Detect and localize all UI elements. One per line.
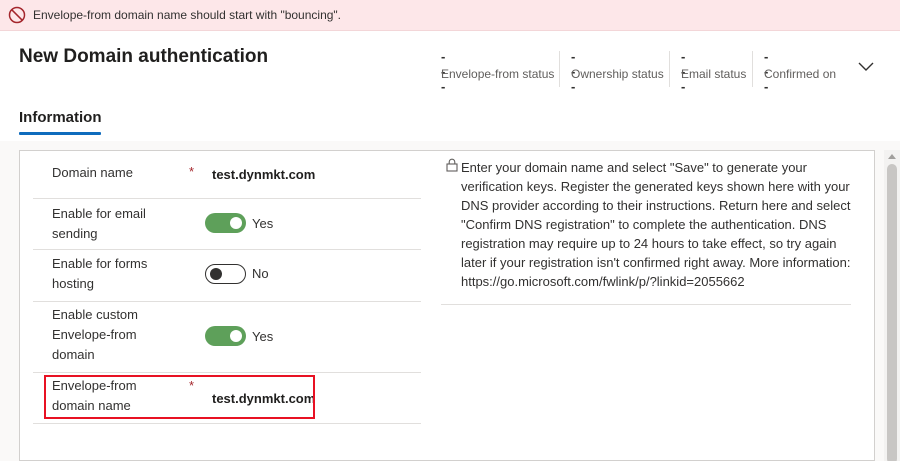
tab-information[interactable]: Information xyxy=(19,109,102,126)
domain-name-row: Domain name * test.dynmkt.com xyxy=(33,152,421,199)
forms-hosting-row: Enable for forms hosting No xyxy=(33,250,421,302)
forms-hosting-toggle[interactable] xyxy=(205,264,246,284)
required-indicator: * xyxy=(189,164,195,179)
field-label-line: Enable for forms xyxy=(52,256,148,271)
toggle-knob xyxy=(230,217,242,229)
toggle-state-label: Yes xyxy=(252,329,274,344)
toggle-state-label: No xyxy=(252,266,269,281)
info-divider xyxy=(441,304,851,305)
toggle-knob xyxy=(230,330,242,342)
field-label-line: Enable for email xyxy=(52,206,146,221)
email-sending-toggle[interactable] xyxy=(205,213,246,233)
field-label-line: hosting xyxy=(52,276,94,291)
error-notification-bar: Envelope-from domain name should start w… xyxy=(0,0,900,31)
field-label-line: sending xyxy=(52,226,98,241)
status-divider xyxy=(752,51,753,87)
form-header: New Domain authentication --- Envelope-f… xyxy=(0,31,900,141)
field-label-line: Envelope-from xyxy=(52,327,137,342)
email-sending-row: Enable for email sending Yes xyxy=(33,199,421,250)
field-label-line: domain xyxy=(52,347,95,362)
toggle-state-label: Yes xyxy=(252,216,274,231)
domain-name-field[interactable]: test.dynmkt.com xyxy=(212,167,315,182)
custom-envelope-toggle[interactable] xyxy=(205,326,246,346)
field-label: Domain name xyxy=(52,165,133,180)
blocked-icon xyxy=(8,6,26,24)
info-description: Enter your domain name and select "Save"… xyxy=(461,160,851,289)
status-divider xyxy=(669,51,670,87)
status-label: Email status xyxy=(681,67,747,81)
page-title: New Domain authentication xyxy=(19,46,269,67)
field-label: Enable custom Envelope-from domain xyxy=(52,305,138,365)
field-label-line: Enable custom xyxy=(52,307,138,322)
field-label: Enable for email sending xyxy=(52,204,146,244)
status-label: Envelope-from status xyxy=(441,67,555,81)
tab-selected-indicator xyxy=(19,132,101,135)
field-label: Enable for forms hosting xyxy=(52,254,147,294)
scroll-up-icon[interactable] xyxy=(888,154,896,159)
chevron-down-icon[interactable] xyxy=(857,61,875,73)
status-label: Confirmed on xyxy=(764,67,837,81)
lock-icon xyxy=(446,158,458,172)
error-highlight xyxy=(44,375,315,419)
error-message: Envelope-from domain name should start w… xyxy=(33,8,342,22)
custom-envelope-row: Enable custom Envelope-from domain Yes xyxy=(33,302,421,373)
scrollbar-thumb[interactable] xyxy=(887,164,897,461)
vertical-scrollbar[interactable] xyxy=(884,150,900,461)
status-label: Ownership status xyxy=(571,67,664,81)
toggle-knob xyxy=(210,268,222,280)
status-divider xyxy=(559,51,560,87)
